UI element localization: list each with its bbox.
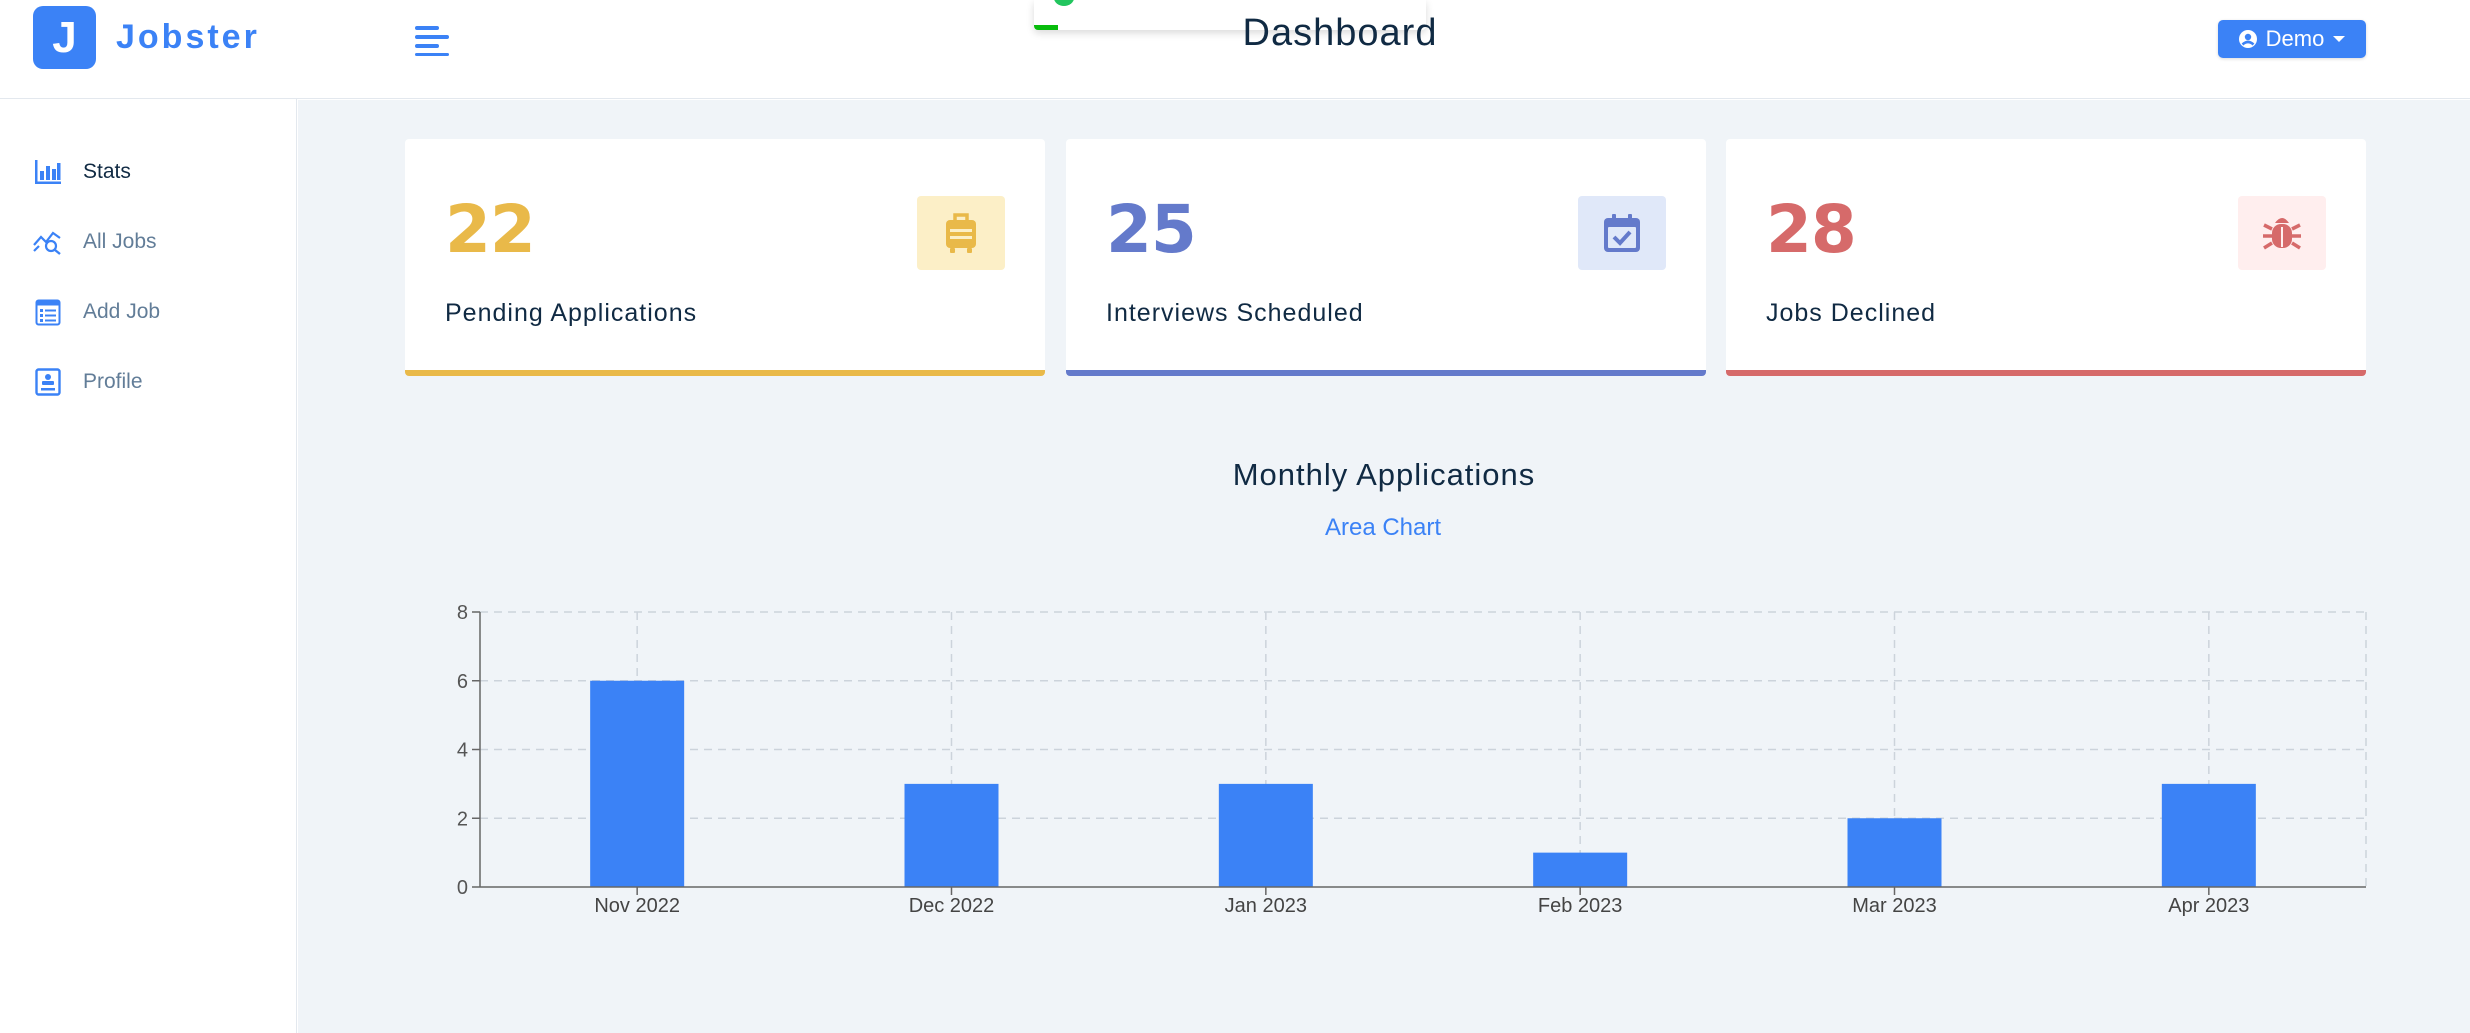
success-icon <box>1054 0 1074 6</box>
main-content: 22 Pending Applications 25 Interviews Sc… <box>298 100 2470 1033</box>
bar-chart-icon <box>33 157 63 187</box>
x-tick-label: Jan 2023 <box>1225 895 1307 917</box>
sidebar-item-profile[interactable]: Profile <box>33 367 143 397</box>
x-tick-label: Apr 2023 <box>2168 895 2249 917</box>
sidebar-item-add-job[interactable]: Add Job <box>33 297 160 327</box>
toast-progress-bar <box>1034 25 1058 30</box>
page-title: Dashboard <box>1242 12 1438 54</box>
chart-bar <box>590 680 685 887</box>
chart-bar <box>1847 818 1942 887</box>
y-tick-label: 0 <box>457 877 468 899</box>
caret-down-icon <box>2333 36 2346 42</box>
x-tick-label: Dec 2022 <box>909 895 995 917</box>
sidebar-item-label: Profile <box>83 370 143 393</box>
user-name: Demo <box>2265 26 2325 51</box>
y-tick-label: 2 <box>457 808 468 830</box>
sidebar-item-stats[interactable]: Stats <box>33 157 131 187</box>
chart-bar <box>2161 783 2256 887</box>
logo-mark: J <box>33 6 96 69</box>
sidebar-item-label: All Jobs <box>83 230 157 253</box>
user-menu-button[interactable]: Demo <box>2218 20 2366 58</box>
chart-bar <box>904 783 999 887</box>
menu-icon <box>415 26 439 30</box>
logo-name: Jobster <box>116 18 260 56</box>
x-tick-label: Feb 2023 <box>1538 895 1623 917</box>
y-tick-label: 8 <box>457 602 468 624</box>
chart-bar <box>1533 852 1628 887</box>
profile-card-icon <box>33 367 63 397</box>
x-tick-label: Mar 2023 <box>1852 895 1937 917</box>
search-chart-icon <box>33 227 63 257</box>
top-navbar: J Jobster Dashboard Demo <box>0 0 2470 99</box>
sidebar: Stats All Jobs Add Job Profile <box>0 99 297 1033</box>
sidebar-toggle-button[interactable] <box>415 24 449 56</box>
user-circle-icon <box>2238 30 2257 48</box>
sidebar-item-all-jobs[interactable]: All Jobs <box>33 227 157 257</box>
form-icon <box>33 297 63 327</box>
chart-bar <box>1218 783 1313 887</box>
y-tick-label: 4 <box>457 740 468 762</box>
y-tick-label: 6 <box>457 671 468 693</box>
logo[interactable]: J Jobster <box>33 6 260 69</box>
monthly-applications-chart: 0 2 4 6 8 Nov 2022 Dec 2022 Jan 2023 Feb 2023 Mar… <box>457 602 2367 917</box>
x-tick-label: Nov 2022 <box>594 895 680 917</box>
sidebar-item-label: Stats <box>83 160 131 183</box>
sidebar-item-label: Add Job <box>83 300 161 323</box>
